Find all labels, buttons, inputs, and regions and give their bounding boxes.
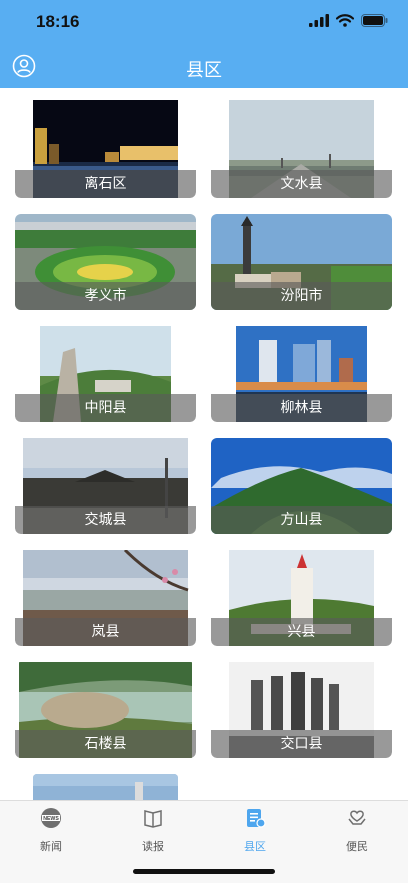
- county-name: 交口县: [280, 735, 323, 751]
- county-card-lishi[interactable]: 离石区: [15, 100, 196, 198]
- county-name: 离石区: [84, 175, 127, 191]
- county-card-partial[interactable]: [33, 774, 178, 800]
- county-card-xiaoyi[interactable]: 孝义市: [15, 214, 196, 310]
- county-name: 柳林县: [280, 399, 323, 415]
- status-time: 18:16: [36, 12, 80, 31]
- county-name: 交城县: [84, 511, 127, 527]
- county-card-zhongyang[interactable]: 中阳县: [15, 326, 196, 422]
- battery-icon: [361, 14, 388, 27]
- status-icons: [309, 14, 388, 27]
- county-name: 中阳县: [84, 399, 127, 415]
- county-card-lanxian[interactable]: 岚县: [15, 550, 196, 646]
- county-name: 兴县: [287, 623, 316, 639]
- county-name: 石楼县: [84, 735, 127, 751]
- phone-screen: 18:16 县区 离石区 文水县 孝义市 汾阳市 中阳县 柳林县 交城县 方山县…: [0, 0, 408, 883]
- tab-label: 便民: [346, 841, 368, 853]
- tab-counties[interactable]: 县区: [204, 807, 306, 854]
- tab-read-paper[interactable]: 读报: [102, 807, 204, 854]
- tab-services[interactable]: 便民: [306, 807, 408, 854]
- county-name: 汾阳市: [280, 287, 323, 303]
- county-photo: [33, 774, 178, 800]
- wifi-icon: [336, 14, 354, 27]
- county-card-xingxian[interactable]: 兴县: [211, 550, 392, 646]
- county-card-jiaocheng[interactable]: 交城县: [15, 438, 196, 534]
- county-card-shilou[interactable]: 石楼县: [15, 662, 196, 758]
- newspaper-icon: [144, 810, 162, 828]
- tab-news[interactable]: NEWS 新闻: [0, 807, 102, 854]
- county-name: 岚县: [91, 623, 120, 639]
- county-card-fenyang[interactable]: 汾阳市: [211, 214, 392, 310]
- county-card-liulin[interactable]: 柳林县: [211, 326, 392, 422]
- county-name: 孝义市: [84, 287, 127, 303]
- county-card-jiaokou[interactable]: 交口县: [211, 662, 392, 758]
- signal-icon: [309, 14, 329, 27]
- home-indicator[interactable]: [133, 869, 275, 874]
- tab-label: 新闻: [40, 841, 62, 853]
- service-icon: [348, 810, 366, 825]
- county-icon: [247, 809, 266, 828]
- county-card-wenshui[interactable]: 文水县: [211, 100, 392, 198]
- news-icon: NEWS: [41, 808, 61, 828]
- page-title: 县区: [186, 60, 222, 80]
- news-badge-text: NEWS: [43, 816, 59, 822]
- tab-label: 县区: [244, 841, 266, 853]
- county-grid: 离石区 文水县 孝义市 汾阳市 中阳县 柳林县 交城县 方山县 岚县 兴县 石楼…: [0, 88, 408, 800]
- app-header: 18:16 县区: [0, 0, 408, 88]
- county-name: 文水县: [280, 175, 323, 191]
- county-name: 方山县: [280, 511, 323, 527]
- tab-label: 读报: [142, 841, 164, 853]
- county-card-fangshan[interactable]: 方山县: [211, 438, 392, 534]
